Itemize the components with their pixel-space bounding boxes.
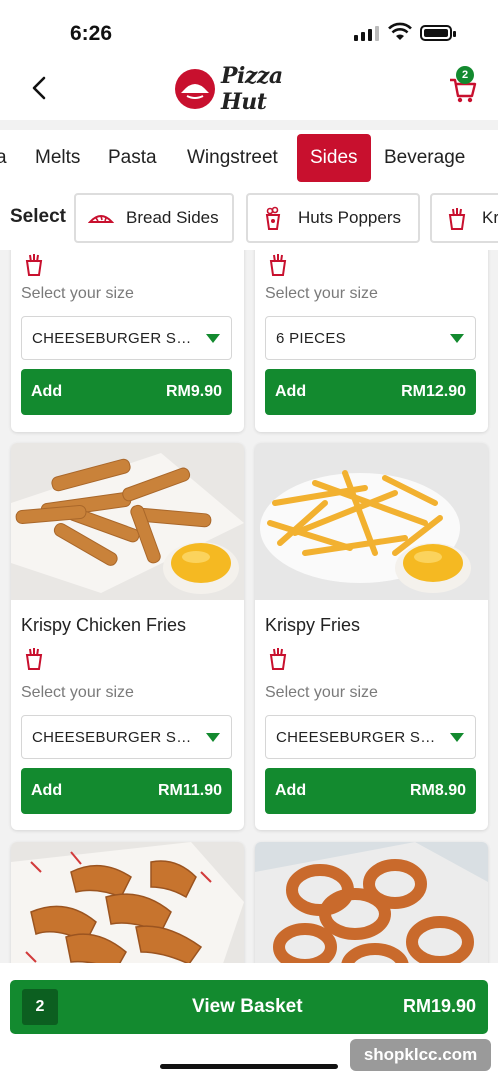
tab-partial[interactable]: a	[0, 134, 7, 182]
size-label: Select your size	[21, 684, 134, 701]
add-button[interactable]: Add RM8.90	[265, 768, 476, 814]
back-arrow-icon[interactable]	[26, 74, 54, 102]
size-dropdown[interactable]: CHEESEBURGER SA...	[265, 715, 476, 759]
basket-label: View Basket	[192, 996, 303, 1017]
chevron-down-icon	[450, 334, 464, 343]
product-card: Select your size 6 PIECES Add RM12.90	[255, 250, 488, 432]
size-value: 6 PIECES	[276, 330, 346, 347]
chicken-fries-photo	[11, 443, 244, 600]
fries-icon	[269, 254, 287, 276]
logo-mark-icon	[175, 69, 215, 109]
bread-icon	[88, 215, 114, 223]
chip-label: Huts Poppers	[298, 208, 401, 227]
chip-label: Kr	[482, 208, 498, 227]
pizza-hut-logo: Pizza Hut	[175, 63, 325, 115]
subfilter-label: Select	[10, 206, 66, 227]
chevron-down-icon	[450, 733, 464, 742]
product-card[interactable]	[255, 842, 488, 963]
price-label: RM9.90	[165, 383, 222, 400]
size-label: Select your size	[265, 285, 378, 302]
tab-melts[interactable]: Melts	[35, 134, 80, 182]
watermark: shopklcc.com	[350, 1039, 491, 1071]
size-label: Select your size	[21, 285, 134, 302]
size-value: CHEESEBURGER SA...	[32, 330, 192, 347]
fries-icon	[269, 648, 287, 670]
add-button[interactable]: Add RM11.90	[21, 768, 232, 814]
basket-count: 2	[22, 989, 58, 1025]
size-label: Select your size	[265, 684, 378, 701]
category-tabs: a Melts Pasta Wingstreet Sides Beverage	[0, 130, 498, 186]
price-label: RM11.90	[157, 782, 222, 799]
tab-pasta[interactable]: Pasta	[108, 134, 157, 182]
cart-count-badge: 2	[456, 66, 474, 84]
size-dropdown[interactable]: CHEESEBURGER SA...	[21, 316, 232, 360]
fries-icon	[448, 208, 466, 230]
product-grid: Select your size CHEESEBURGER SA... Add …	[0, 250, 498, 963]
add-label: Add	[31, 782, 63, 799]
tab-wingstreet[interactable]: Wingstreet	[187, 134, 278, 182]
size-value: CHEESEBURGER SA...	[32, 729, 192, 746]
price-label: RM12.90	[401, 383, 466, 400]
onion-rings-photo	[255, 842, 488, 963]
size-dropdown[interactable]: 6 PIECES	[265, 316, 476, 360]
wifi-icon	[388, 22, 412, 40]
chip-krispy[interactable]: Kr	[430, 193, 498, 243]
home-indicator[interactable]	[160, 1064, 338, 1069]
subcategory-filter: Select Bread Sides Huts Poppers Kr	[0, 186, 498, 250]
product-name: Krispy Fries	[265, 615, 361, 635]
fries-icon	[25, 648, 43, 670]
product-card: Select your size CHEESEBURGER SA... Add …	[11, 250, 244, 432]
wedges-photo	[11, 842, 244, 963]
chip-label: Bread Sides	[126, 208, 219, 227]
view-basket-button[interactable]: 2 View Basket RM19.90	[10, 980, 488, 1034]
product-card-krispy-chicken-fries[interactable]: Krispy Chicken Fries Select your size CH…	[11, 443, 244, 830]
tab-beverage[interactable]: Beverage	[384, 134, 465, 182]
chip-huts-poppers[interactable]: Huts Poppers	[246, 193, 420, 243]
chip-bread-sides[interactable]: Bread Sides	[74, 193, 234, 243]
status-time: 6:26	[70, 22, 113, 45]
cellular-signal-icon	[354, 26, 379, 41]
app-header: Pizza Hut 2	[0, 62, 498, 120]
chevron-down-icon	[206, 334, 220, 343]
add-button[interactable]: Add RM9.90	[21, 369, 232, 415]
battery-icon	[420, 25, 456, 41]
product-card[interactable]	[11, 842, 244, 963]
status-bar: 6:26	[0, 0, 498, 62]
fries-photo	[255, 443, 488, 600]
price-label: RM8.90	[409, 782, 466, 799]
product-card-krispy-fries[interactable]: Krispy Fries Select your size CHEESEBURG…	[255, 443, 488, 830]
logo-text: Pizza Hut	[221, 63, 283, 115]
add-button[interactable]: Add RM12.90	[265, 369, 476, 415]
poppers-icon	[265, 206, 281, 230]
basket-total: RM19.90	[402, 996, 476, 1016]
add-label: Add	[31, 383, 63, 400]
add-label: Add	[275, 383, 307, 400]
add-label: Add	[275, 782, 307, 799]
size-dropdown[interactable]: CHEESEBURGER SA...	[21, 715, 232, 759]
chevron-down-icon	[206, 733, 220, 742]
tab-sides[interactable]: Sides	[297, 134, 371, 182]
product-name: Krispy Chicken Fries	[21, 615, 187, 635]
fries-icon	[25, 254, 43, 276]
size-value: CHEESEBURGER SA...	[276, 729, 436, 746]
